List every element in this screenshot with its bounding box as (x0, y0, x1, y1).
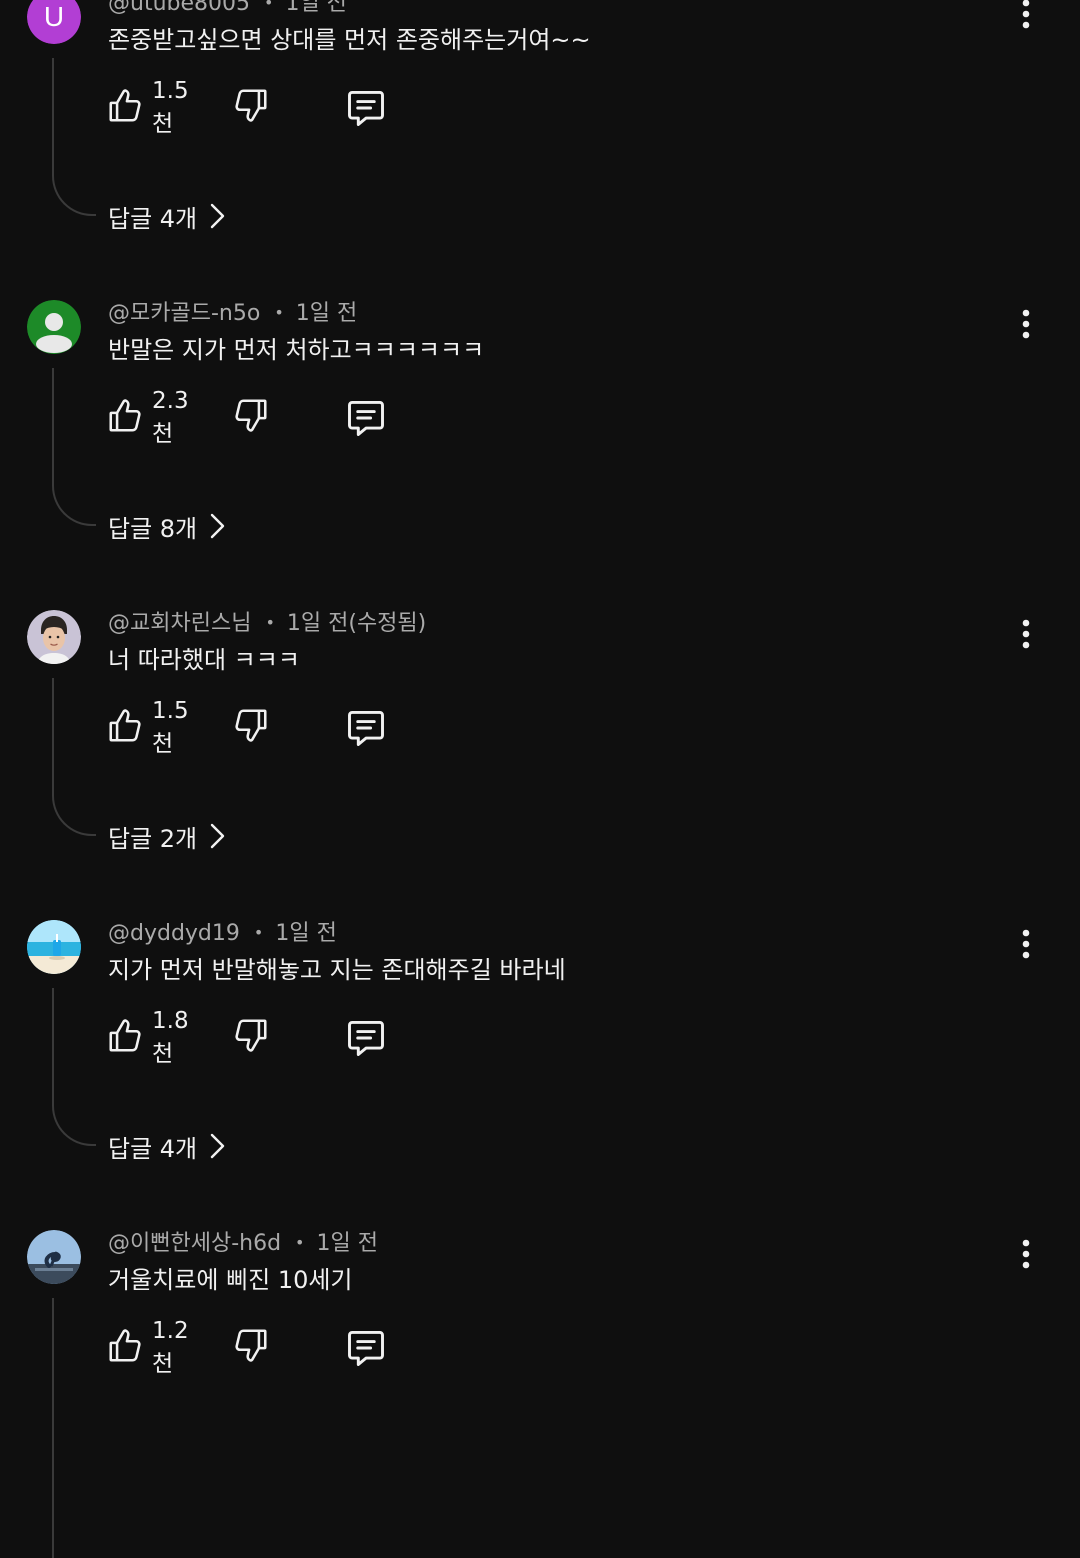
avatar[interactable] (27, 1230, 81, 1284)
comment-item: @이뻔한세상-h6d • 1일 전거울치료에 삐진 10세기 1.2천 (0, 1230, 1080, 1558)
like-count: 1.5천 (152, 698, 189, 757)
more-vertical-icon (1021, 1239, 1031, 1273)
thumbs-down-icon (232, 399, 270, 438)
more-options-button[interactable] (1004, 304, 1048, 348)
comment-time: 1일 전 (275, 921, 337, 946)
reply-button[interactable] (344, 1326, 388, 1370)
dislike-button[interactable] (232, 1326, 276, 1370)
thread-line (52, 368, 96, 526)
meta-separator: • (253, 923, 264, 942)
avatar[interactable]: U (27, 0, 81, 44)
more-vertical-icon (1021, 929, 1031, 963)
comment-time: 1일 전 (316, 1231, 378, 1256)
like-button[interactable]: 2.3천 (106, 388, 189, 447)
reply-button[interactable] (344, 86, 388, 130)
like-count: 1.2천 (152, 1318, 189, 1377)
avatar[interactable] (27, 920, 81, 974)
comment-item: U @utube8005 • 1일 전존중받고싶으면 상대를 먼저 존중해주는거여~~… (0, 0, 1080, 300)
comment-meta: @교회차린스님 • 1일 전(수정됨) (108, 610, 426, 638)
comment-time: 1일 전 (295, 301, 358, 326)
comment-author[interactable]: @이뻔한세상-h6d (108, 1231, 281, 1256)
thumbs-down-icon (232, 709, 270, 748)
meta-separator: • (264, 0, 274, 12)
like-count: 1.8천 (152, 1008, 189, 1067)
like-count: 1.5천 (152, 78, 189, 137)
chevron-right-icon (209, 203, 225, 229)
comment-icon (344, 1330, 388, 1374)
reply-button[interactable] (344, 1016, 388, 1060)
svg-text:U: U (44, 1, 64, 32)
avatar[interactable] (27, 300, 81, 354)
reply-button[interactable] (344, 396, 388, 440)
like-button[interactable]: 1.5천 (106, 698, 189, 757)
comment-author[interactable]: @교회차린스님 (108, 611, 251, 636)
thumbs-down-icon (232, 1019, 270, 1058)
reply-button[interactable] (344, 706, 388, 750)
like-count: 2.3천 (152, 388, 189, 447)
meta-separator: • (265, 613, 275, 632)
comment-item: @모카골드-n5o • 1일 전반말은 지가 먼저 처하고ㅋㅋㅋㅋㅋㅋ 2.3천답글 … (0, 300, 1080, 610)
thread-line (52, 58, 96, 216)
comment-text: 지가 먼저 반말해놓고 지는 존대해주길 바라네 (108, 956, 566, 984)
comment-author[interactable]: @dyddyd19 (108, 921, 240, 946)
thumbs-up-icon (106, 397, 144, 439)
chevron-right-icon (209, 823, 225, 849)
view-replies-button[interactable]: 답글 8개 (108, 508, 225, 544)
replies-label: 답글 4개 (108, 1134, 198, 1163)
comment-icon (344, 710, 388, 754)
like-button[interactable]: 1.8천 (106, 1008, 189, 1067)
comment-time: 1일 전(수정됨) (286, 611, 427, 636)
dislike-button[interactable] (232, 86, 276, 130)
meta-separator: • (295, 1233, 305, 1252)
like-button[interactable]: 1.5천 (106, 78, 189, 137)
meta-separator: • (274, 303, 284, 322)
like-button[interactable]: 1.2천 (106, 1318, 189, 1377)
thread-line (52, 1298, 96, 1558)
thumbs-up-icon (106, 1327, 144, 1369)
comment-icon (344, 90, 388, 134)
view-replies-button[interactable]: 답글 2개 (108, 818, 225, 854)
comment-text: 존중받고싶으면 상대를 먼저 존중해주는거여~~ (108, 26, 591, 54)
more-options-button[interactable] (1004, 924, 1048, 968)
dislike-button[interactable] (232, 706, 276, 750)
view-replies-button[interactable]: 답글 4개 (108, 198, 225, 234)
more-options-button[interactable] (1004, 0, 1048, 38)
thumbs-down-icon (232, 89, 270, 128)
comment-item: @교회차린스님 • 1일 전(수정됨) 너 따라했대 ㅋㅋㅋ 1.5천답글 2개 (0, 610, 1080, 920)
comment-meta: @dyddyd19 • 1일 전 (108, 920, 337, 948)
avatar[interactable] (27, 610, 81, 664)
dislike-button[interactable] (232, 396, 276, 440)
more-options-button[interactable] (1004, 1234, 1048, 1278)
replies-label: 답글 4개 (108, 204, 198, 233)
comment-meta: @모카골드-n5o • 1일 전 (108, 300, 357, 328)
thumbs-up-icon (106, 1017, 144, 1059)
more-vertical-icon (1021, 309, 1031, 343)
comment-time: 1일 전 (285, 0, 347, 16)
thumbs-down-icon (232, 1329, 270, 1368)
thread-line (52, 678, 96, 836)
comment-text: 거울치료에 삐진 10세기 (108, 1266, 353, 1294)
dislike-button[interactable] (232, 1016, 276, 1060)
comment-text: 너 따라했대 ㅋㅋㅋ (108, 646, 300, 674)
chevron-right-icon (209, 1133, 225, 1159)
comment-author[interactable]: @utube8005 (108, 0, 250, 16)
more-options-button[interactable] (1004, 614, 1048, 658)
comment-meta: @utube8005 • 1일 전 (108, 0, 347, 18)
thread-line (52, 988, 96, 1146)
chevron-right-icon (209, 513, 225, 539)
more-vertical-icon (1021, 619, 1031, 653)
view-replies-button[interactable]: 답글 4개 (108, 1128, 225, 1164)
more-vertical-icon (1021, 0, 1031, 33)
comment-item: @dyddyd19 • 1일 전지가 먼저 반말해놓고 지는 존대해주길 바라네 1.… (0, 920, 1080, 1230)
replies-label: 답글 8개 (108, 514, 198, 543)
comment-text: 반말은 지가 먼저 처하고ㅋㅋㅋㅋㅋㅋ (108, 336, 485, 364)
thumbs-up-icon (106, 707, 144, 749)
replies-label: 답글 2개 (108, 824, 198, 853)
comment-icon (344, 1020, 388, 1064)
comment-meta: @이뻔한세상-h6d • 1일 전 (108, 1230, 378, 1258)
comment-author[interactable]: @모카골드-n5o (108, 301, 260, 326)
thumbs-up-icon (106, 87, 144, 129)
comment-icon (344, 400, 388, 444)
